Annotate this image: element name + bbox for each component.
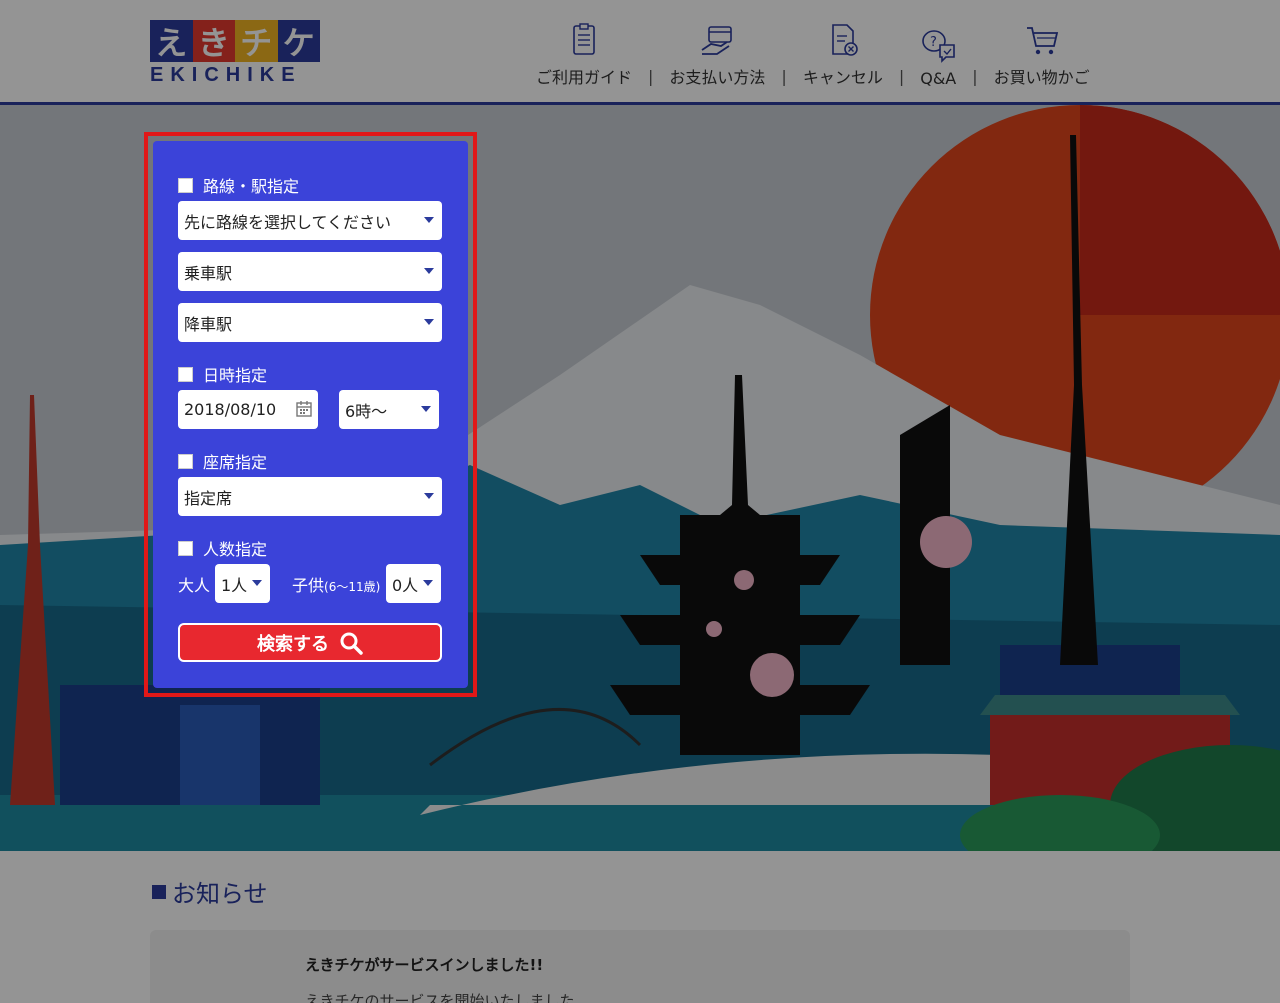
child-count-select[interactable]: 0人	[386, 564, 441, 603]
qa-speech-icon: ?	[922, 30, 956, 63]
chevron-down-icon	[424, 268, 434, 274]
datetime-checkbox[interactable]	[178, 366, 193, 382]
child-count-value: 0人	[392, 575, 419, 595]
nav-cart-label: お買い物かご	[993, 68, 1090, 87]
boarding-station-value: 乗車駅	[184, 263, 233, 283]
chevron-down-icon	[423, 580, 433, 586]
news-box: えきチケがサービスインしました!! えきチケのサービスを開始いたしました	[150, 930, 1130, 1003]
nav-guide-label: ご利用ガイド	[536, 68, 633, 87]
date-input[interactable]: 2018/08/10	[178, 390, 318, 429]
adult-count-select[interactable]: 1人	[215, 564, 270, 603]
seat-checkbox[interactable]	[178, 453, 193, 469]
logo-char-3: チ	[235, 20, 278, 62]
nav-qa[interactable]: ? Q&A	[912, 27, 964, 88]
route-check-row[interactable]: 路線・駅指定	[178, 173, 299, 197]
boarding-station-select[interactable]: 乗車駅	[178, 252, 442, 291]
nav-qa-label: Q&A	[920, 69, 957, 88]
news-headline[interactable]: えきチケがサービスインしました!!	[305, 954, 543, 975]
svg-text:?: ?	[930, 35, 937, 50]
line-select-value: 先に路線を選択してください	[184, 212, 392, 232]
ekichike-logo[interactable]: え き チ ケ EKICHIKE	[150, 20, 320, 87]
route-label: 路線・駅指定	[203, 177, 300, 196]
logo-mark: え き チ ケ	[150, 20, 320, 62]
alighting-station-value: 降車駅	[184, 314, 233, 334]
nav-separator: |	[972, 67, 978, 86]
time-select[interactable]: 6時～	[339, 390, 439, 429]
seat-select[interactable]: 指定席	[178, 477, 442, 516]
search-button-label: 検索する	[257, 633, 329, 655]
people-checkbox[interactable]	[178, 540, 193, 556]
calendar-icon[interactable]	[296, 400, 312, 417]
news-section-title: お知らせ	[152, 874, 268, 909]
search-icon	[340, 632, 363, 655]
logo-char-2: き	[192, 20, 235, 62]
chevron-down-icon	[424, 319, 434, 325]
people-label: 人数指定	[203, 540, 268, 559]
cart-icon	[1026, 27, 1058, 55]
ticket-search-panel: 路線・駅指定 先に路線を選択してください 乗車駅 降車駅 日時指定 2018/0…	[153, 141, 468, 688]
alighting-station-select[interactable]: 降車駅	[178, 303, 442, 342]
seat-label: 座席指定	[203, 453, 268, 472]
chevron-down-icon	[421, 406, 431, 412]
search-button[interactable]: 検索する	[178, 623, 442, 662]
logo-char-1: え	[150, 20, 193, 62]
nav-cancel[interactable]: キャンセル	[795, 22, 891, 88]
nav-payment-label: お支払い方法	[669, 68, 766, 87]
child-age-note: (6～11歳)	[324, 580, 381, 594]
adult-count-value: 1人	[221, 575, 248, 595]
nav-cancel-label: キャンセル	[802, 68, 883, 87]
chevron-down-icon	[252, 580, 262, 586]
guide-clipboard-icon	[573, 23, 595, 55]
datetime-label: 日時指定	[203, 366, 268, 385]
child-label-group: 子供(6～11歳)	[292, 572, 380, 596]
line-select[interactable]: 先に路線を選択してください	[178, 201, 442, 240]
site-header: え き チ ケ EKICHIKE ご利用ガイド | お支払い方法 | キャンセル…	[0, 0, 1280, 105]
title-square-icon	[152, 884, 166, 899]
nav-guide[interactable]: ご利用ガイド	[528, 22, 640, 88]
logo-subtitle: EKICHIKE	[150, 64, 302, 86]
nav-payment[interactable]: お支払い方法	[661, 22, 773, 88]
adult-label: 大人	[178, 576, 211, 595]
logo-char-4: ケ	[277, 20, 320, 62]
payment-card-icon	[701, 26, 733, 55]
nav-separator: |	[898, 67, 905, 86]
seat-check-row[interactable]: 座席指定	[178, 449, 267, 473]
route-checkbox[interactable]	[178, 177, 193, 193]
header-nav: ご利用ガイド | お支払い方法 | キャンセル | ? Q&A | お買い物かご	[528, 22, 1098, 88]
news-title-text: お知らせ	[172, 880, 268, 908]
nav-separator: |	[648, 67, 654, 86]
seat-select-value: 指定席	[184, 488, 233, 508]
time-select-value: 6時～	[345, 401, 388, 421]
nav-separator: |	[781, 67, 787, 86]
child-label: 子供	[292, 576, 325, 595]
nav-cart[interactable]: お買い物かご	[986, 22, 1098, 88]
datetime-check-row[interactable]: 日時指定	[178, 362, 267, 386]
news-body: えきチケのサービスを開始いたしました	[305, 992, 575, 1003]
chevron-down-icon	[424, 217, 434, 223]
chevron-down-icon	[424, 493, 434, 499]
date-value: 2018/08/10	[184, 400, 277, 419]
people-check-row[interactable]: 人数指定	[178, 536, 267, 560]
cancel-document-icon	[832, 24, 858, 56]
